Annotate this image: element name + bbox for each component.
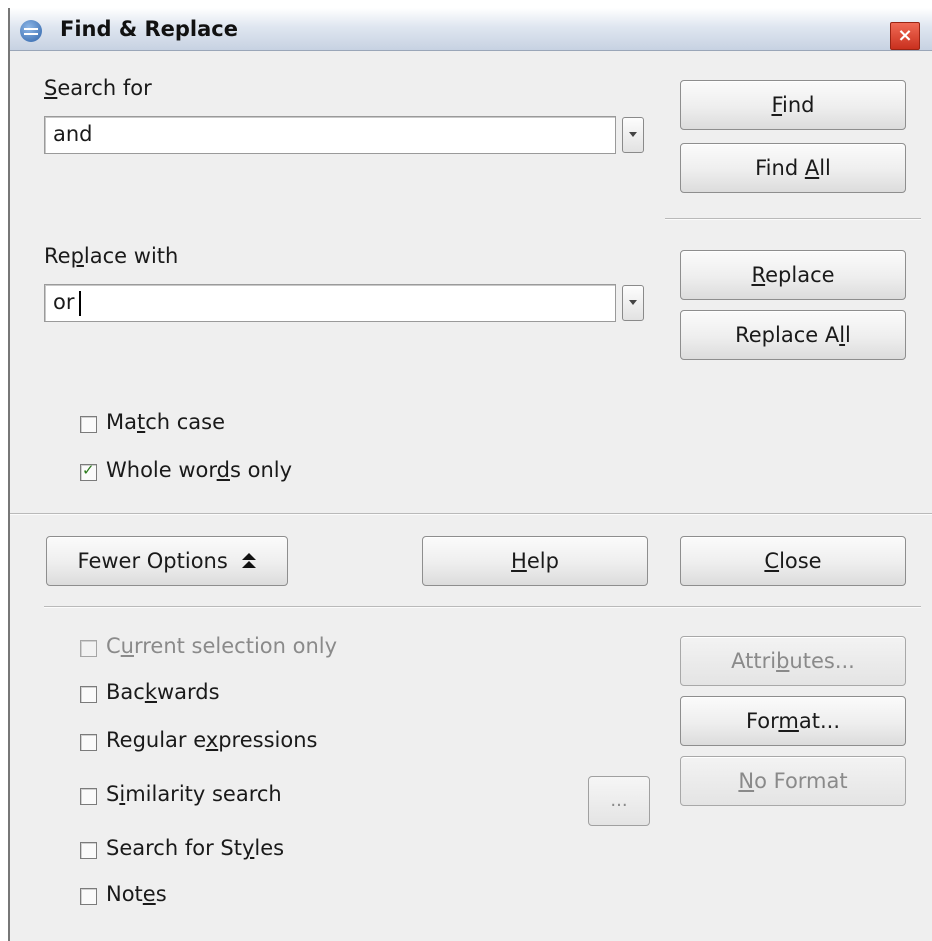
separator	[44, 606, 921, 608]
separator	[665, 218, 921, 220]
replace-button[interactable]: Replace	[680, 250, 906, 300]
regex-label: Regular expressions	[106, 728, 318, 752]
dialog-title: Find & Replace	[60, 17, 238, 41]
search-input-value: and	[53, 122, 93, 146]
notes-checkbox[interactable]	[80, 888, 97, 905]
fewer-options-button[interactable]: Fewer Options	[46, 536, 288, 586]
replace-with-label: Replace with	[44, 244, 179, 268]
notes-label: Notes	[106, 882, 167, 906]
search-for-label: Search for	[44, 76, 152, 100]
format-button[interactable]: Format...	[680, 696, 906, 746]
find-button[interactable]: Find	[680, 80, 906, 130]
find-replace-dialog: Find & Replace × Search for and Find Fin…	[8, 8, 932, 941]
whole-words-label: Whole words only	[106, 458, 293, 482]
current-selection-checkbox[interactable]	[80, 640, 97, 657]
separator	[10, 513, 932, 515]
close-icon: ×	[897, 25, 913, 46]
search-history-dropdown[interactable]	[622, 117, 644, 153]
backwards-checkbox[interactable]	[80, 686, 97, 703]
match-case-label: Match case	[106, 410, 226, 434]
similarity-label: Similarity search	[106, 782, 282, 806]
title-bar[interactable]: Find & Replace ×	[10, 8, 932, 51]
close-window-button[interactable]: ×	[890, 22, 920, 50]
text-caret	[79, 291, 81, 316]
match-case-checkbox[interactable]	[80, 416, 97, 433]
similarity-checkbox[interactable]	[80, 788, 97, 805]
replace-input-value: or	[53, 290, 75, 314]
replace-history-dropdown[interactable]	[622, 285, 644, 321]
whole-words-checkbox[interactable]	[80, 461, 97, 481]
no-format-button[interactable]: No Format	[680, 756, 906, 806]
help-button[interactable]: Help	[422, 536, 648, 586]
attributes-button[interactable]: Attributes...	[680, 636, 906, 686]
close-button[interactable]: Close	[680, 536, 906, 586]
similarity-settings-button[interactable]: ...	[588, 776, 650, 826]
app-icon	[20, 20, 42, 42]
replace-input[interactable]: or	[44, 284, 616, 322]
find-all-button[interactable]: Find All	[680, 143, 906, 193]
backwards-label: Backwards	[106, 680, 220, 704]
search-styles-checkbox[interactable]	[80, 842, 97, 859]
search-input[interactable]: and	[44, 116, 616, 154]
search-styles-label: Search for Styles	[106, 836, 285, 860]
current-selection-label: Current selection only	[106, 634, 338, 658]
regex-checkbox[interactable]	[80, 734, 97, 751]
collapse-up-icon	[242, 552, 257, 568]
replace-all-button[interactable]: Replace All	[680, 310, 906, 360]
